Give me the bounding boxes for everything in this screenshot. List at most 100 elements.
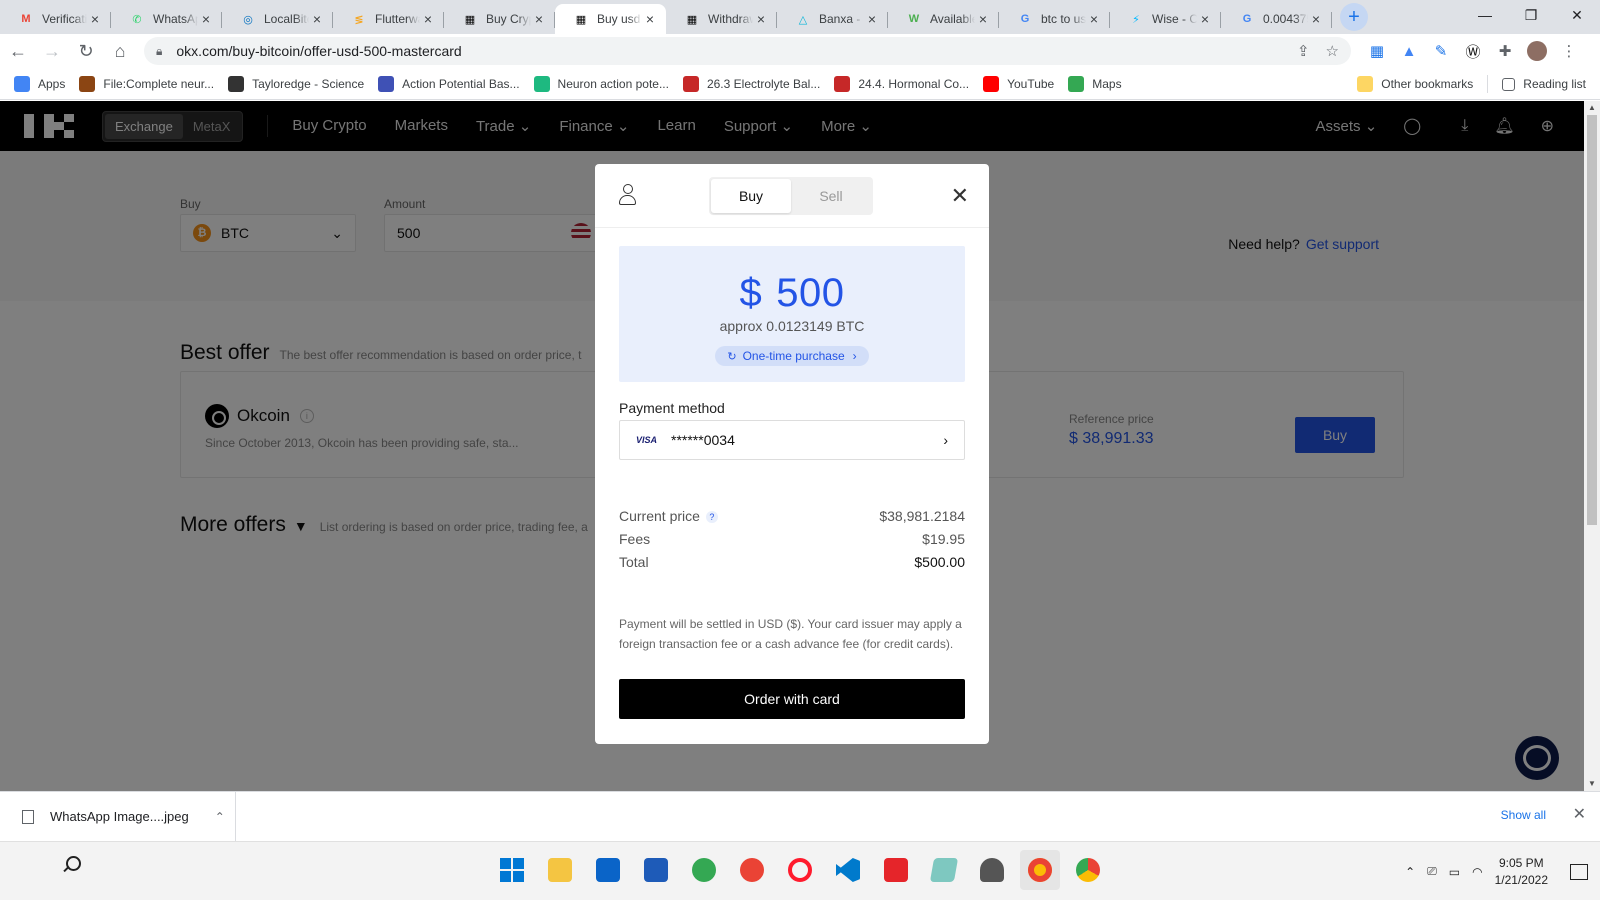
- tab-close-icon[interactable]: ×: [1197, 11, 1213, 27]
- user-icon[interactable]: [619, 184, 637, 205]
- opera-icon[interactable]: [780, 850, 820, 890]
- browser-tab[interactable]: Gbtc to usd×: [999, 4, 1110, 34]
- extension-w-icon[interactable]: Ⓦ: [1457, 37, 1489, 65]
- browser-tab[interactable]: ◎ LocalBitcoins×: [222, 4, 333, 34]
- bookmark-item[interactable]: Neuron action pote...: [533, 75, 669, 92]
- chevron-up-icon[interactable]: ⌃: [215, 810, 225, 824]
- reload-button[interactable]: ↻: [70, 37, 102, 65]
- acrobat-icon[interactable]: [876, 850, 916, 890]
- battery-icon[interactable]: ▭: [1449, 865, 1460, 879]
- close-icon[interactable]: ✕: [951, 185, 969, 207]
- person-app-icon[interactable]: [972, 850, 1012, 890]
- visa-icon: VISA: [636, 435, 658, 445]
- tab-sell[interactable]: Sell: [791, 179, 871, 213]
- address-bar[interactable]: 🔒︎ okx.com/buy-bitcoin/offer-usd-500-mas…: [144, 37, 1351, 65]
- browser-tab[interactable]: ▦ Buy usd O×: [555, 4, 666, 34]
- new-tab-button[interactable]: +: [1340, 3, 1368, 31]
- extension-graduation-icon[interactable]: ▲: [1393, 37, 1425, 65]
- bookmark-item[interactable]: File:Complete neur...: [79, 75, 214, 92]
- tab-close-icon[interactable]: ×: [531, 11, 547, 27]
- wifi-icon[interactable]: ◠: [1472, 865, 1482, 879]
- tab-close-icon[interactable]: ×: [1308, 11, 1324, 27]
- bookmark-item[interactable]: 26.3 Electrolyte Bal...: [682, 75, 820, 92]
- browser-tab[interactable]: ≶ Flutterwave×: [333, 4, 444, 34]
- tab-close-icon[interactable]: ×: [642, 11, 658, 27]
- back-button[interactable]: ←: [2, 37, 34, 65]
- tab-close-icon[interactable]: ×: [753, 11, 769, 27]
- wiki-icon: [79, 75, 96, 92]
- meet-now-icon[interactable]: ⎚: [1427, 864, 1437, 879]
- profile-avatar[interactable]: [1521, 37, 1553, 65]
- tab-buy[interactable]: Buy: [711, 179, 791, 213]
- bookmark-star-icon[interactable]: ☆: [1326, 42, 1339, 60]
- download-filename: WhatsApp Image....jpeg: [50, 809, 189, 824]
- notes-icon[interactable]: [924, 850, 964, 890]
- browser-tab[interactable]: △ Banxa - B×: [777, 4, 888, 34]
- start-button[interactable]: [492, 850, 532, 890]
- browser-tab[interactable]: ⚡ Wise - Cu×: [1110, 4, 1221, 34]
- tab-close-icon[interactable]: ×: [1086, 11, 1102, 27]
- chrome-profile-icon[interactable]: [684, 850, 724, 890]
- tab-close-icon[interactable]: ×: [87, 11, 103, 27]
- browser-tab[interactable]: ▦ Withdraw×: [666, 4, 777, 34]
- close-window-button[interactable]: ✕: [1554, 0, 1600, 30]
- bookmark-item[interactable]: Apps: [14, 75, 65, 92]
- forward-button[interactable]: →: [36, 37, 68, 65]
- clock[interactable]: 9:05 PM 1/21/2022: [1495, 855, 1548, 889]
- minimize-button[interactable]: —: [1462, 0, 1508, 30]
- share-icon[interactable]: ⇪: [1297, 42, 1310, 60]
- scroll-up-icon[interactable]: ▲: [1584, 101, 1600, 115]
- tab-close-icon[interactable]: ×: [975, 11, 991, 27]
- bookmark-item[interactable]: YouTube: [983, 75, 1054, 92]
- download-item[interactable]: WhatsApp Image....jpeg ⌃: [0, 791, 236, 842]
- browser-menu-icon[interactable]: ⋮: [1553, 37, 1585, 65]
- tab-title: Buy usd O: [597, 12, 642, 26]
- reading-list[interactable]: Reading list: [1502, 77, 1586, 91]
- bookmark-item[interactable]: Maps: [1068, 75, 1122, 92]
- extension-feather-icon[interactable]: ✎: [1425, 37, 1457, 65]
- chrome-icon[interactable]: [1068, 850, 1108, 890]
- okx-icon: ▦: [686, 13, 698, 26]
- home-button[interactable]: ⌂: [104, 37, 136, 65]
- extensions-puzzle-icon[interactable]: ✚: [1489, 37, 1521, 65]
- extension-calculator-icon[interactable]: ▦: [1361, 37, 1393, 65]
- browser-tab[interactable]: G 0.004375×: [1221, 4, 1332, 34]
- chrome-active-icon[interactable]: [1020, 850, 1060, 890]
- apps-grid-icon: [14, 75, 30, 92]
- search-icon[interactable]: [62, 856, 81, 874]
- browser-tab[interactable]: M Verification×: [0, 4, 111, 34]
- bookmark-label: Tayloredge - Science: [252, 76, 365, 91]
- notification-center-icon[interactable]: [1570, 863, 1588, 880]
- close-icon[interactable]: ✕: [1573, 804, 1586, 824]
- browser-tab[interactable]: ▦ Buy Crypto×: [444, 4, 555, 34]
- show-all-downloads[interactable]: Show all: [1501, 808, 1546, 822]
- scrollbar-thumb[interactable]: [1587, 115, 1597, 525]
- download-bar: WhatsApp Image....jpeg ⌃ Show all ✕: [0, 791, 1600, 842]
- scroll-down-icon[interactable]: ▼: [1584, 777, 1600, 791]
- purchase-type-pill[interactable]: ↻ One-time purchase ›: [715, 346, 869, 366]
- chevron-right-icon: ›: [943, 432, 948, 448]
- tab-close-icon[interactable]: ×: [309, 11, 325, 27]
- tab-close-icon[interactable]: ×: [198, 11, 214, 27]
- other-bookmarks[interactable]: Other bookmarks: [1357, 76, 1473, 92]
- tab-close-icon[interactable]: ×: [420, 11, 436, 27]
- bookmark-item[interactable]: Action Potential Bas...: [378, 75, 520, 92]
- file-explorer-icon[interactable]: [540, 850, 580, 890]
- url-text[interactable]: okx.com/buy-bitcoin/offer-usd-500-master…: [176, 43, 1281, 59]
- chrome-profile-icon[interactable]: [732, 850, 772, 890]
- restore-button[interactable]: ❐: [1508, 0, 1554, 30]
- browser-tab[interactable]: ✆ WhatsApp×: [111, 4, 222, 34]
- tab-close-icon[interactable]: ×: [864, 11, 880, 27]
- bookmark-item[interactable]: 24.4. Hormonal Co...: [834, 75, 969, 92]
- bookmark-item[interactable]: Tayloredge - Science: [228, 75, 365, 92]
- mail-icon[interactable]: [588, 850, 628, 890]
- help-icon[interactable]: ?: [705, 511, 718, 524]
- vscode-icon[interactable]: [828, 850, 868, 890]
- order-with-card-button[interactable]: Order with card: [619, 679, 965, 719]
- page-scrollbar[interactable]: ▲ ▼: [1584, 101, 1600, 791]
- browser-tab[interactable]: W Available ×: [888, 4, 999, 34]
- payment-method-select[interactable]: VISA ******0034 ›: [619, 420, 965, 460]
- amount-summary: $500 approx 0.0123149 BTC ↻ One-time pur…: [619, 246, 965, 382]
- store-icon[interactable]: [636, 850, 676, 890]
- chevron-up-icon[interactable]: ⌃: [1405, 865, 1415, 879]
